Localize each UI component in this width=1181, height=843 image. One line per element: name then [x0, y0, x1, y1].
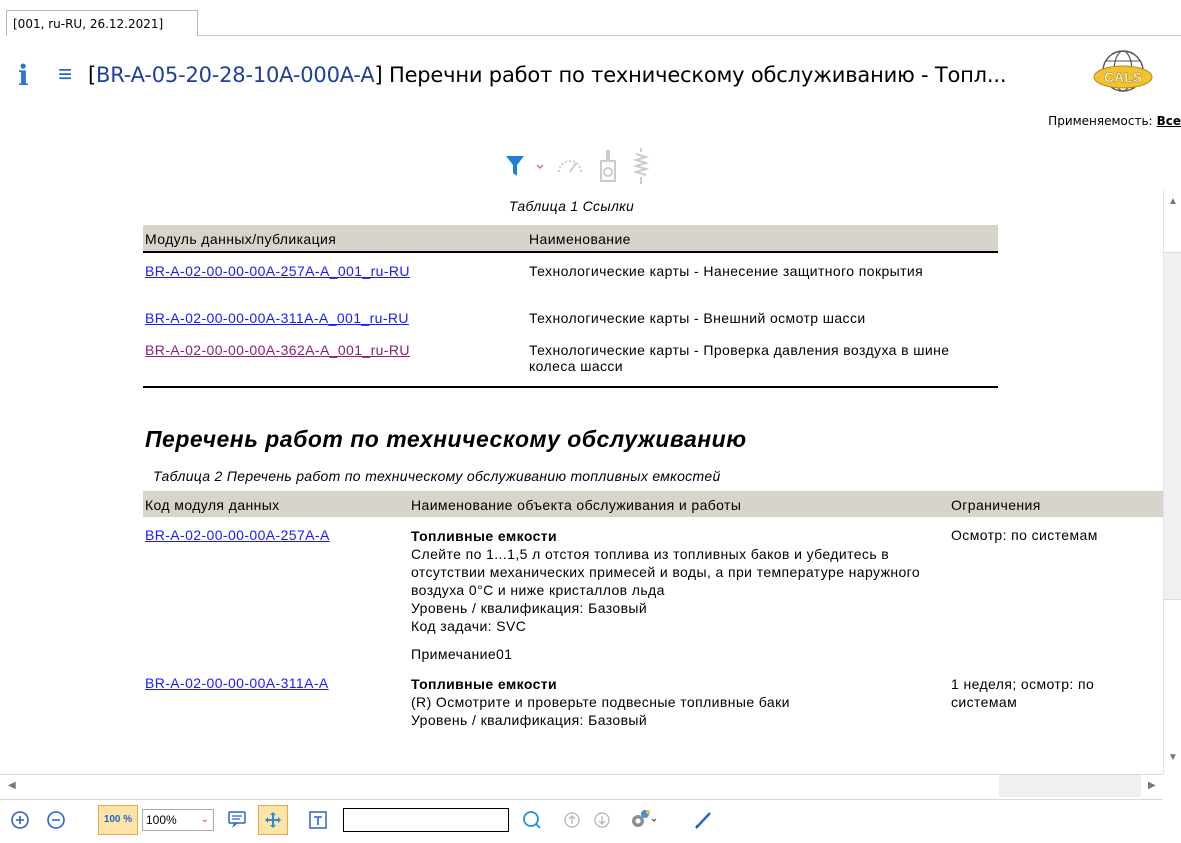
- table-row: BR-A-02-00-00-00A-257A-A_001_ru-RU Техно…: [143, 252, 998, 310]
- horizontal-scroll-thumb[interactable]: [24, 775, 1000, 797]
- horizontal-scroll-track[interactable]: [999, 775, 1141, 797]
- table2-caption: Таблица 2 Перечень работ по техническому…: [153, 468, 721, 484]
- page-title: [BR-A-05-20-28-10A-000A-A] Перечни работ…: [88, 63, 1007, 87]
- title-bracket-open: [: [88, 63, 96, 87]
- fit-text-icon[interactable]: [306, 808, 330, 832]
- references-table: Модуль данных/публикация Наименование BR…: [143, 225, 998, 388]
- object-name: Топливные емкости: [411, 528, 558, 544]
- menu-icon[interactable]: ≡: [58, 61, 88, 89]
- move-icon: [265, 812, 281, 828]
- vertical-scroll-thumb[interactable]: [1164, 252, 1181, 600]
- maintenance-table: Код модуля данных Наименование объекта о…: [143, 491, 1163, 729]
- work-description: Слейте по 1...1,5 л отстоя топлива из то…: [411, 546, 921, 598]
- table-row: BR-A-02-00-00-00A-311A-A_001_ru-RU Техно…: [143, 310, 998, 342]
- module-link[interactable]: BR-A-02-00-00-00A-257A-A_001_ru-RU: [145, 263, 410, 279]
- work-description: (R) Осмотрите и проверьте подвесные топл…: [411, 694, 790, 710]
- zoom-100-button[interactable]: 100 %: [98, 805, 138, 835]
- svg-text:CALS: CALS: [1104, 69, 1142, 85]
- filter-toolbar: [505, 146, 651, 186]
- table-row: BR-A-02-00-00-00A-311A-A Топливные емкос…: [143, 675, 1163, 729]
- table-header-row: Код модуля данных Наименование объекта о…: [143, 491, 1163, 517]
- limitation: 1 неделя; осмотр: по системам: [951, 676, 1095, 710]
- table-header-row: Модуль данных/публикация Наименование: [143, 225, 998, 252]
- filter-icon[interactable]: [505, 154, 525, 178]
- column-header: Наименование: [527, 225, 998, 252]
- zoom-out-icon[interactable]: [44, 808, 68, 832]
- skill-level: Уровень / квалификация: Базовый: [411, 712, 648, 728]
- title-text: Перечни работ по техническому обслуживан…: [382, 63, 1007, 87]
- data-module-link[interactable]: BR-A-02-00-00-00A-257A-A: [145, 527, 330, 543]
- scroll-left-arrow-icon[interactable]: ◀: [8, 780, 16, 791]
- previous-result-icon[interactable]: [560, 808, 584, 832]
- data-module-link[interactable]: BR-A-02-00-00-00A-311A-A: [145, 675, 329, 691]
- column-header: Код модуля данных: [143, 491, 409, 517]
- limitation: Осмотр: по системам: [951, 527, 1098, 543]
- search-input[interactable]: [343, 808, 509, 832]
- pen-icon[interactable]: [692, 808, 716, 832]
- search-icon[interactable]: [520, 808, 544, 832]
- scroll-down-arrow-icon[interactable]: ▼: [1165, 752, 1181, 763]
- scroll-right-arrow-icon[interactable]: ▶: [1148, 780, 1156, 791]
- cals-globe-logo: CALS: [1093, 50, 1153, 92]
- document-tab[interactable]: [001, ru-RU, 26.12.2021]: [6, 10, 198, 36]
- applicability-label: Применяемость:: [1048, 114, 1153, 128]
- title-bracket-close: ]: [374, 63, 383, 87]
- note: Примечание01: [411, 646, 513, 662]
- scroll-up-arrow-icon[interactable]: ▲: [1165, 196, 1181, 207]
- module-link[interactable]: BR-A-02-00-00-00A-311A-A_001_ru-RU: [145, 310, 409, 326]
- settings-icon[interactable]: [626, 808, 658, 832]
- chevron-down-icon: ⌄: [200, 814, 209, 825]
- module-name: Технологические карты - Проверка давлени…: [529, 342, 950, 374]
- module-name: Технологические карты - Внешний осмотр ш…: [529, 310, 866, 326]
- weight-icon[interactable]: [595, 149, 621, 183]
- next-result-icon[interactable]: [590, 808, 614, 832]
- zoom-select[interactable]: 100% ⌄: [142, 809, 214, 831]
- comments-icon[interactable]: [226, 808, 250, 832]
- document-content: Таблица 1 Ссылки Модуль данных/публикаци…: [0, 190, 1163, 774]
- table-row: BR-A-02-00-00-00A-257A-A Топливные емкос…: [143, 517, 1163, 675]
- pan-button[interactable]: [258, 805, 288, 835]
- gauge-icon[interactable]: [555, 154, 585, 178]
- column-header: Модуль данных/публикация: [143, 225, 527, 252]
- table1-caption: Таблица 1 Ссылки: [508, 198, 635, 214]
- module-name: Технологические карты - Нанесение защитн…: [529, 263, 924, 279]
- applicability: Применяемость: Все: [1048, 114, 1181, 128]
- table-row: BR-A-02-00-00-00A-362A-A_001_ru-RU Техно…: [143, 342, 998, 387]
- applicability-link[interactable]: Все: [1157, 114, 1181, 128]
- document-code: BR-A-05-20-28-10A-000A-A: [96, 63, 375, 87]
- document-header: i ≡ [BR-A-05-20-28-10A-000A-A] Перечни р…: [18, 57, 1007, 93]
- tab-divider: [198, 35, 1181, 36]
- spring-icon[interactable]: [631, 146, 651, 186]
- tab-label: [001, ru-RU, 26.12.2021]: [13, 17, 164, 31]
- skill-level: Уровень / квалификация: Базовый: [411, 600, 648, 616]
- object-name: Топливные емкости: [411, 676, 558, 692]
- info-icon[interactable]: i: [18, 59, 44, 92]
- zoom-in-icon[interactable]: [8, 808, 32, 832]
- section-title: Перечень работ по техническому обслужива…: [145, 426, 747, 452]
- column-header: Наименование объекта обслуживания и рабо…: [409, 491, 949, 517]
- zoom-100-label: 100 %: [103, 814, 133, 825]
- column-header: Ограничения: [949, 491, 1163, 517]
- zoom-value: 100%: [146, 813, 177, 827]
- task-code: Код задачи: SVC: [411, 618, 527, 634]
- module-link[interactable]: BR-A-02-00-00-00A-362A-A_001_ru-RU: [145, 342, 410, 358]
- chevron-down-icon[interactable]: [535, 154, 545, 178]
